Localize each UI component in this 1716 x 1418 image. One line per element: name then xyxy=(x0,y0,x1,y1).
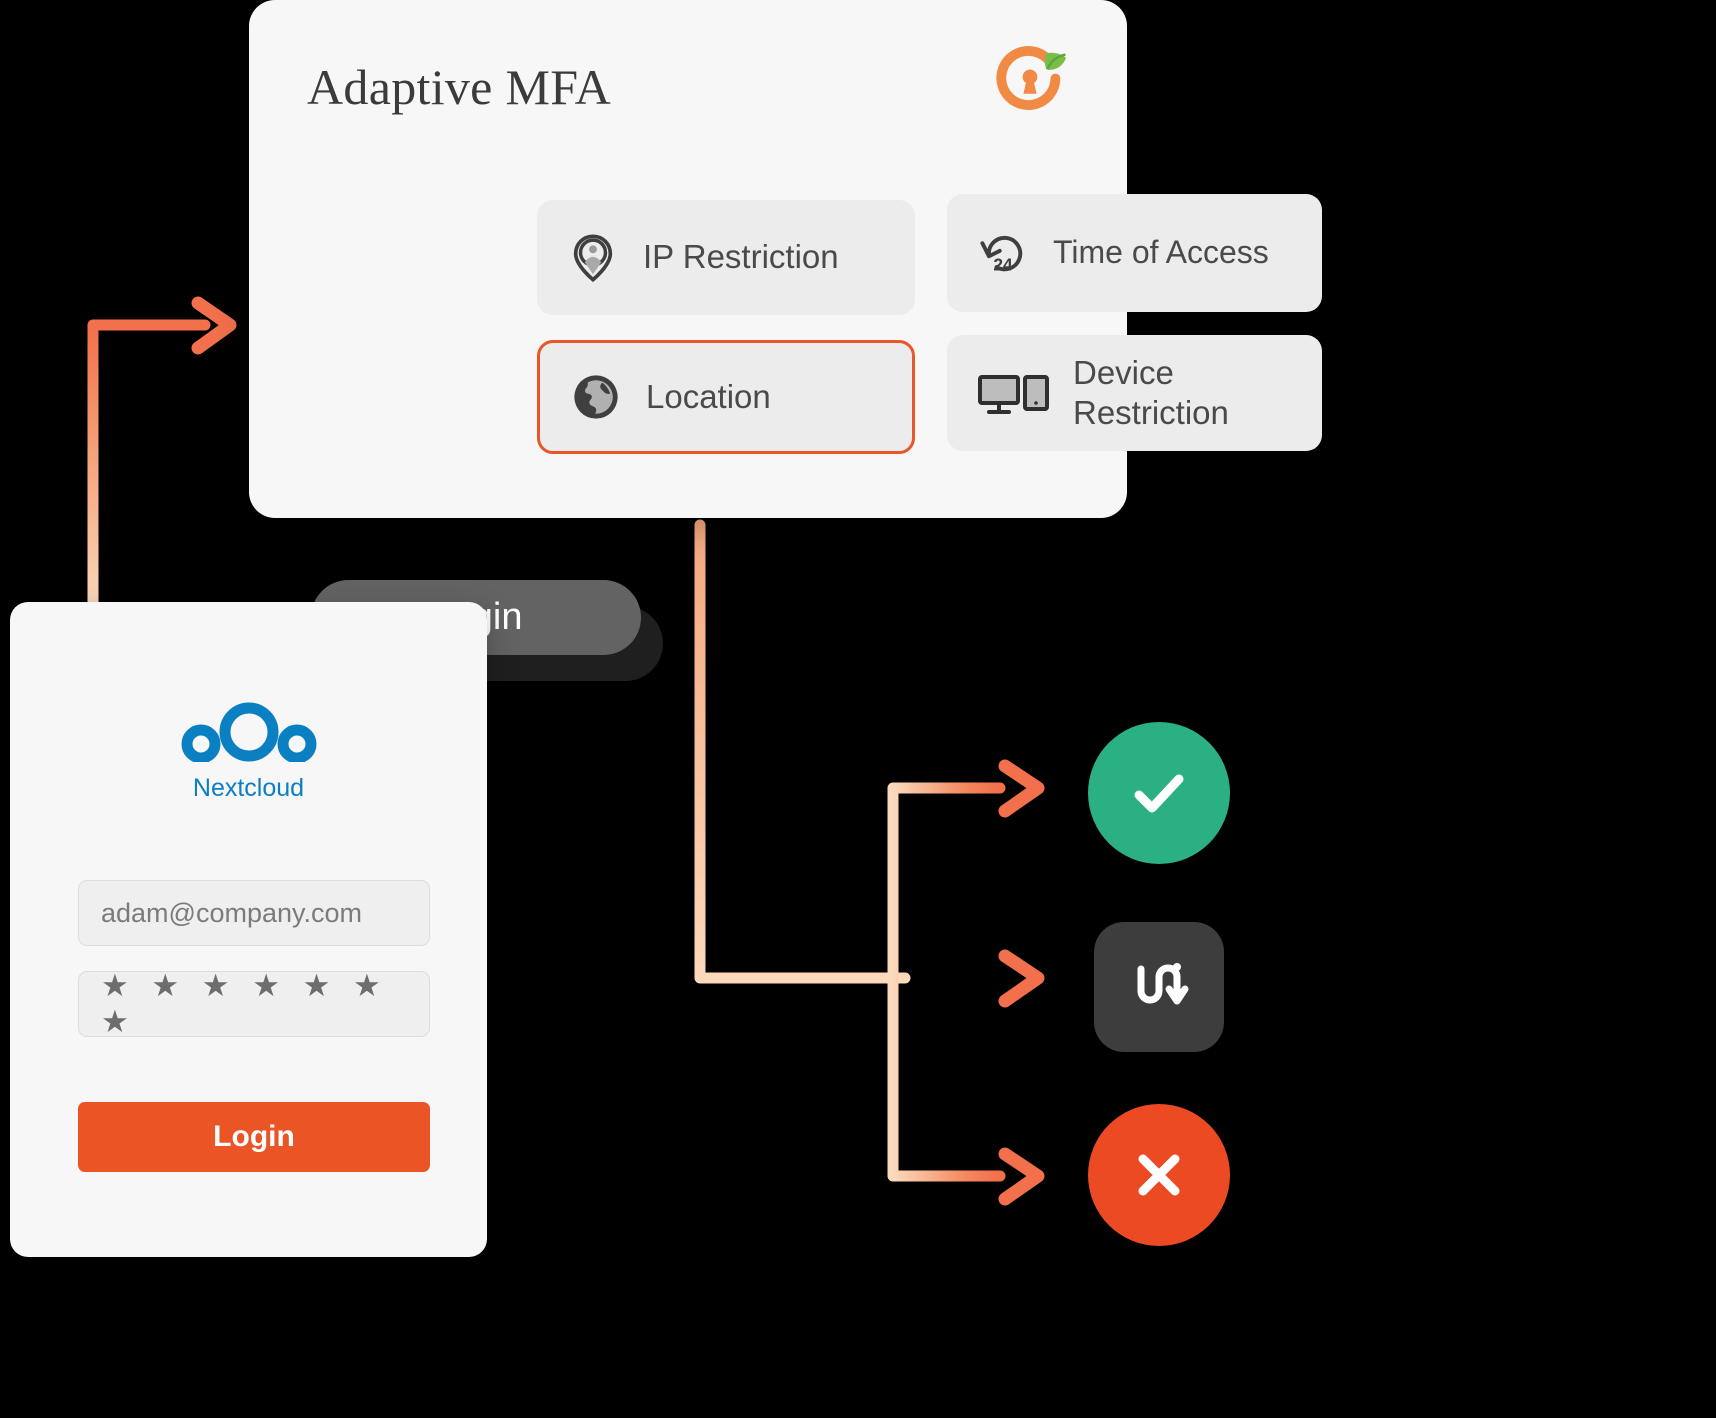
tile-label: Location xyxy=(646,377,771,415)
outcome-stepup-badge xyxy=(1094,922,1224,1052)
check-icon xyxy=(1134,774,1184,813)
map-pin-person-icon xyxy=(573,233,613,282)
password-field-value: ★ ★ ★ ★ ★ ★ ★ xyxy=(101,968,388,1039)
clock-24-arrow-icon: 24 xyxy=(980,235,1023,274)
tile-label: Time of Access xyxy=(1053,234,1269,271)
lock-ring-leaf-icon xyxy=(996,46,1067,110)
tile-time-of-access[interactable]: 24 Time of Access xyxy=(947,194,1322,312)
tile-label: Device Restriction xyxy=(1073,353,1229,431)
step-arrow-icon xyxy=(1137,963,1189,1005)
outcome-allow-badge xyxy=(1088,722,1230,864)
email-field-value: adam@company.com xyxy=(101,897,363,928)
tile-label: IP Restriction xyxy=(643,238,839,276)
page-title: Adaptive MFA xyxy=(307,59,612,115)
tile-device-restriction[interactable]: Device Restriction xyxy=(947,335,1322,451)
cross-icon xyxy=(1138,1154,1180,1196)
brand-name: Nextcloud xyxy=(192,774,305,802)
globe-icon xyxy=(574,375,618,419)
tile-ip-restriction[interactable]: IP Restriction xyxy=(537,200,915,315)
nextcloud-logo-icon xyxy=(181,702,316,762)
tile-location[interactable]: Location xyxy=(537,340,915,454)
diagram-canvas: Adaptive MFA IP Restriction 24 Time of A… xyxy=(0,0,1716,1418)
adaptive-mfa-card: Adaptive MFA IP Restriction 24 Time of A… xyxy=(249,0,1322,518)
monitor-tablet-icon xyxy=(978,375,1049,414)
login-submit-button[interactable]: Login xyxy=(78,1102,430,1172)
svg-text:24: 24 xyxy=(993,254,1013,274)
outcome-deny-badge xyxy=(1088,1104,1230,1246)
email-field[interactable]: adam@company.com xyxy=(78,880,430,946)
password-field[interactable]: ★ ★ ★ ★ ★ ★ ★ xyxy=(78,968,430,1039)
nextcloud-login-card: Nextcloud adam@company.com ★ ★ ★ ★ ★ ★ ★… xyxy=(10,602,487,1257)
